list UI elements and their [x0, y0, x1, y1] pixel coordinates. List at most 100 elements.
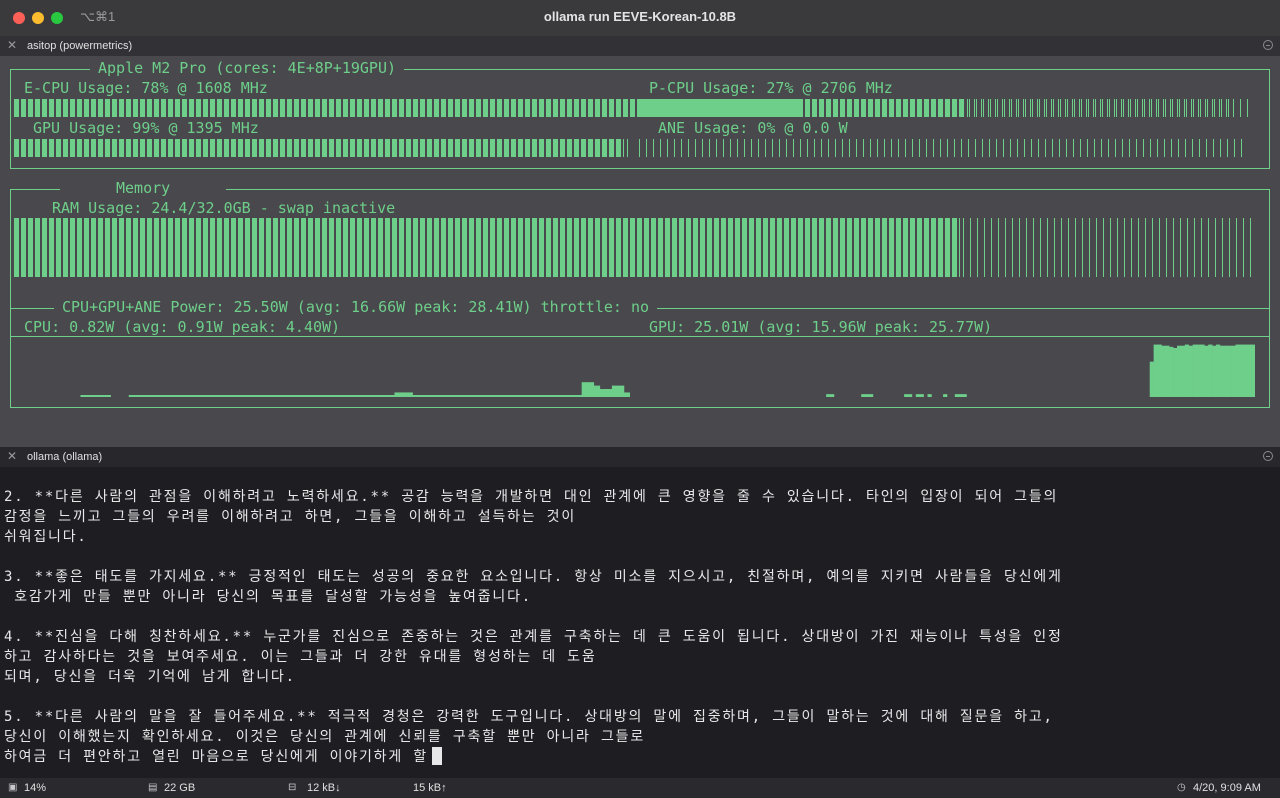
cpu-power-history-bar — [177, 395, 184, 397]
cpu-power-history-bar — [485, 395, 492, 397]
gpu-power-history-bar — [1192, 344, 1197, 397]
cpu-power-chart — [80, 382, 630, 397]
pane-menu-icon[interactable] — [1263, 451, 1273, 461]
gpu-power-history-bar — [1157, 344, 1162, 397]
cpu-power-history-bar — [146, 395, 154, 397]
gpu-power-history-bar — [1180, 345, 1186, 397]
cpu-power-history-bar — [424, 395, 432, 397]
pane-header-ollama: ✕ ollama (ollama) — [0, 447, 1280, 467]
cpu-power-history-bar — [309, 395, 317, 397]
terminal-line: 당신이 이해했는지 확인하세요. 이것은 당신의 관계에 신뢰를 구축할 뿐만 … — [4, 729, 645, 745]
cpu-power-history-bar — [551, 395, 558, 397]
cpu-power-history-bar — [382, 395, 389, 397]
gpu-power-history-bar — [1161, 345, 1166, 397]
asitop-pane[interactable]: Apple M2 Pro (cores: 4E+8P+19GPU) E-CPU … — [0, 56, 1280, 447]
close-pane-icon[interactable]: ✕ — [7, 38, 17, 52]
network-sparkline — [362, 787, 404, 789]
cpu-power-history-bar — [533, 395, 540, 397]
cpu-power-history-bar — [273, 395, 281, 397]
cpu-power-history-bar — [213, 395, 220, 397]
gpu-power-history-bar — [1223, 345, 1229, 397]
gpu-power-history-bar — [861, 394, 866, 397]
cpu-power-history-bar — [225, 395, 232, 397]
terminal-line: 5. **다른 사람의 말을 잘 들어주세요.** 적극적 경청은 강력한 도구… — [4, 709, 1054, 725]
cpu-power-history-bar — [189, 395, 196, 397]
gpu-bar-empty — [627, 139, 630, 157]
cpu-power-history-bar — [466, 395, 474, 397]
cpu-power-history-bar — [376, 395, 383, 397]
cpu-power-history-bar — [394, 392, 401, 397]
gpu-power-history-bar — [927, 394, 932, 397]
terminal-line: 3. **좋은 태도를 가지세요.** 긍정적인 태도는 성공의 중요한 요소입… — [4, 569, 1063, 585]
power-title: CPU+GPU+ANE Power: 25.50W (avg: 16.66W p… — [54, 299, 657, 316]
cpu-power-history-bar — [406, 392, 413, 397]
gpu-power-history-bar — [1200, 344, 1205, 397]
cpu-power-history-bar — [334, 395, 341, 397]
ollama-terminal[interactable]: 2. **다른 사람의 관점을 이해하려고 노력하세요.** 공감 능력을 개발… — [0, 467, 1280, 778]
terminal-line: 감정을 느끼고 그들의 우려를 이해하려고 하면, 그들을 이해하고 설득하는 … — [4, 509, 577, 525]
gpu-power-history-bar — [904, 394, 909, 397]
terminal-line: 하여금 더 편안하고 열린 마음으로 당신에게 이야기하게 할 — [4, 747, 442, 767]
terminal-line: 2. **다른 사람의 관점을 이해하려고 노력하세요.** 공감 능력을 개발… — [4, 489, 1059, 505]
cpu-power-history-bar — [92, 395, 99, 397]
cpu-power-history-bar — [430, 395, 438, 397]
cpu-power-history-bar — [80, 395, 87, 397]
cpu-power-history-bar — [575, 395, 582, 397]
cpu-power-history-bar — [140, 395, 148, 397]
cpu-power-history-bar — [521, 395, 528, 397]
gpu-power-history-bar — [1247, 344, 1252, 397]
cpu-power-history-bar — [515, 395, 522, 397]
gpu-power-history-bar — [1173, 347, 1178, 397]
cpu-power-history-bar — [545, 395, 552, 397]
network-icon: ⊟ — [288, 782, 297, 793]
cpu-power-history-bar — [448, 395, 456, 397]
cpu-power-history-bar — [436, 395, 444, 397]
terminal-line: 호감가게 만들 뿐만 아니라 당신의 목표를 달성할 가능성을 높여줍니다. — [4, 589, 533, 605]
cpu-power-history-bar — [297, 395, 305, 397]
gpu-power-history-bar — [1177, 345, 1182, 397]
cpu-power-history-bar — [207, 395, 214, 397]
cpu-power-history-bar — [315, 395, 323, 397]
gpu-power-history-bar — [1184, 344, 1190, 397]
cpu-power-history-bar — [340, 395, 347, 397]
clock-icon: ◷ — [1177, 782, 1186, 793]
cpu-power-history-bar — [581, 382, 589, 397]
gpu-power-history-bar — [908, 394, 913, 397]
cpu-power-history-bar — [237, 395, 244, 397]
cpu-power-history-bar — [352, 395, 359, 397]
cpu-power-history-bar — [104, 395, 111, 397]
cpu-power-history-bar — [183, 395, 190, 397]
gpu-power-history-bar — [1169, 346, 1174, 397]
cpu-power-history-bar — [285, 395, 293, 397]
gpu-power-history-bar — [865, 394, 870, 397]
cpu-power-history-bar — [623, 392, 630, 397]
cpu-power-history-bar — [322, 395, 329, 397]
terminal-line: 하고 감사하다는 것을 보여주세요. 이는 그들과 더 강한 유대를 형성하는 … — [4, 649, 597, 665]
cpu-power-history-bar — [231, 395, 238, 397]
cpu-power-history-bar — [400, 392, 407, 397]
cpu-power-history-bar — [605, 389, 613, 397]
gpu-power-label: GPU: 25.01W (avg: 15.96W peak: 25.77W) — [649, 318, 993, 336]
gpu-power-history-bar — [919, 394, 924, 397]
cpu-power-history-bar — [503, 395, 510, 397]
gpu-power-history-bar — [1208, 344, 1213, 397]
pcpu-bar — [639, 99, 803, 117]
gpu-power-history-bar — [1239, 344, 1244, 397]
close-pane-icon[interactable]: ✕ — [7, 449, 17, 463]
cpu-power-history-bar — [364, 395, 371, 397]
processor-title: Apple M2 Pro (cores: 4E+8P+19GPU) — [90, 60, 405, 77]
gpu-power-history-bar — [869, 394, 874, 397]
cpu-icon: ▣ — [8, 782, 18, 793]
cpu-power-history-bar — [460, 395, 468, 397]
cpu-power-history-bar — [563, 395, 570, 397]
cpu-power-history-bar — [171, 395, 178, 397]
gpu-power-history-bar — [1204, 345, 1209, 397]
gpu-power-history-bar — [915, 394, 921, 397]
cpu-power-history-bar — [201, 395, 208, 397]
cpu-power-history-bar — [158, 395, 166, 397]
pcpu-label: P-CPU Usage: 27% @ 2706 MHz — [649, 79, 893, 97]
ram-bar — [14, 218, 960, 277]
cpu-power-history-bar — [291, 395, 299, 397]
network-down: 12 kB↓ — [307, 782, 341, 794]
pane-menu-icon[interactable] — [1263, 40, 1273, 50]
